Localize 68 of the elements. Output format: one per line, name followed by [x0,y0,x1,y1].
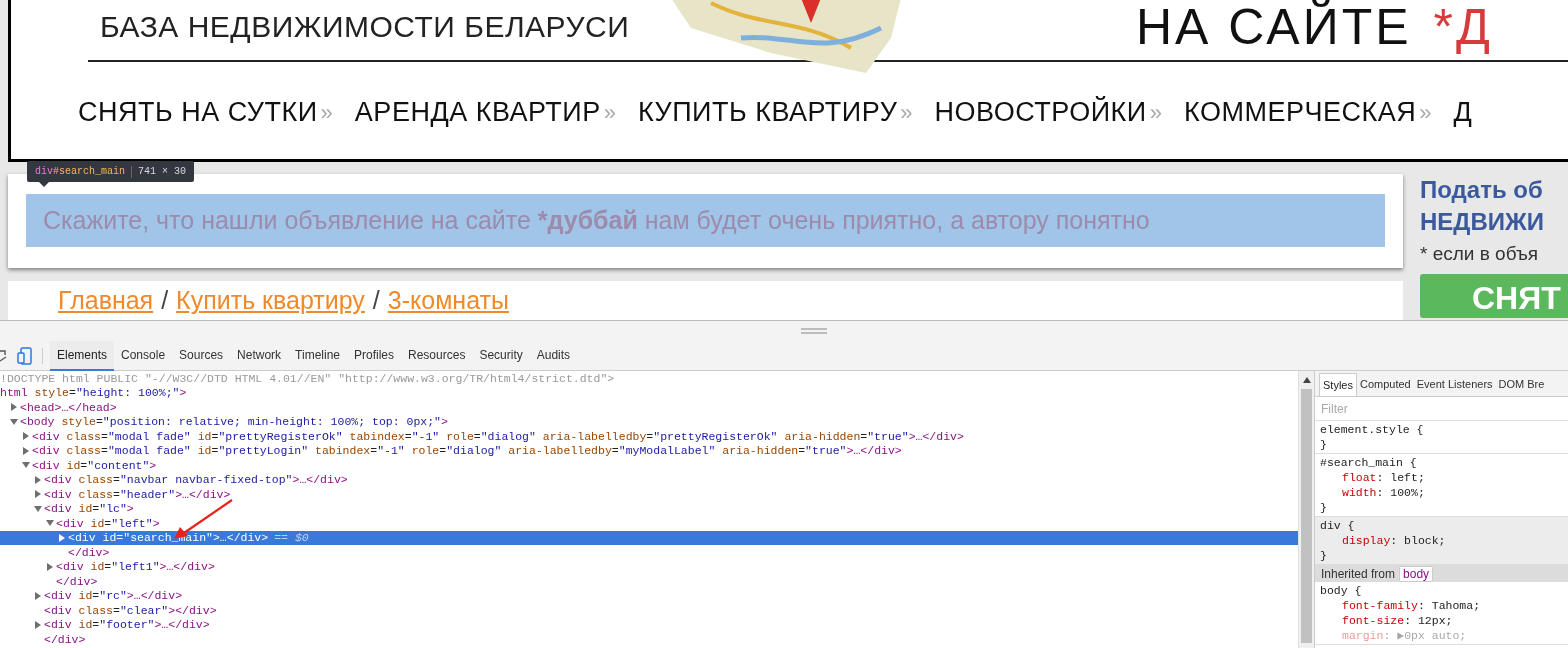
devtools-tab[interactable]: Audits [529,340,578,371]
nav-separator: » [1419,98,1432,127]
css-property[interactable]: width: 100%; [1320,485,1563,500]
collapsed-triangle-icon[interactable] [34,475,42,484]
nav-link[interactable]: АРЕНДА КВАРТИР [354,92,601,133]
sidebar-note: * если в объя [1420,242,1540,266]
collapsed-triangle-icon[interactable] [10,403,18,412]
sidebar-tab[interactable]: Computed [1356,373,1414,396]
sidebar-tab[interactable]: Event Listeners [1413,373,1496,396]
devtools-tab[interactable]: Resources [401,340,473,371]
closing-brace: } [1320,500,1328,515]
collapsed-triangle-icon[interactable] [34,620,42,629]
nav-link[interactable]: СНЯТЬ НА СУТКИ [78,92,318,133]
nav-link[interactable]: КУПИТЬ КВАРТИРУ [638,92,898,133]
sidebar-heading: Подать об [1420,175,1544,205]
resize-handle-icon[interactable] [801,328,827,334]
breadcrumb-separator: / [161,285,169,315]
nav-link[interactable]: КОММЕРЧЕСКАЯ [1184,92,1417,133]
nav-separator: » [1149,98,1162,127]
collapsed-triangle-icon[interactable] [46,562,54,571]
inspect-tooltip: div#search_main 741 × 30 [27,161,195,182]
css-property[interactable]: display: block; [1320,533,1563,548]
sidebar-heading: НЕДВИЖИ [1420,207,1545,237]
nav-separator: » [900,98,913,127]
devtools-tab[interactable]: Timeline [288,340,347,371]
scrollbar-thumb[interactable] [1301,389,1312,643]
css-selector: body { [1320,583,1363,598]
css-property[interactable]: font-family: Tahoma; [1320,598,1563,613]
nav-link[interactable]: Д [1453,92,1473,133]
expanded-triangle-icon[interactable] [46,519,54,528]
banner-text: Скажите, что нашли объявление на сайте *дуббай нам будет очень приятно, а автору понятно [43,204,1150,236]
closing-brace: } [1320,548,1328,563]
closing-brace: } [1320,437,1328,452]
devtools-tab[interactable]: Elements [50,340,115,371]
inherited-label: Inherited from [1321,566,1396,581]
collapsed-triangle-icon[interactable] [58,533,66,542]
css-property[interactable]: float: left; [1320,470,1563,485]
collapsed-triangle-icon[interactable] [22,432,30,441]
nav-separator: » [603,98,616,127]
inherited-source-link[interactable]: body [1399,565,1434,582]
scroll-up-icon[interactable] [1302,377,1311,383]
collapsed-triangle-icon[interactable] [34,490,42,499]
collapsed-triangle-icon[interactable] [34,591,42,600]
devtools-tab[interactable]: Profiles [347,340,402,371]
doctype-line: !DOCTYPE html PUBLIC "-//W3C//DTD HTML 4.01//EN" "http://www.w3.org/TR/html4/strict.dtd"> [0,371,615,387]
inspect-icon[interactable] [0,348,7,363]
tooltip-pointer-icon [39,182,49,187]
css-selector: div { [1320,518,1356,533]
site-name-fragment: *Д [1433,0,1493,57]
device-mode-icon[interactable] [17,346,33,365]
sidebar-tab[interactable]: Styles [1319,373,1357,396]
expanded-triangle-icon[interactable] [34,504,42,513]
breadcrumb-separator: / [372,285,380,315]
devtools-tab[interactable]: Console [114,340,173,371]
sidebar-tab[interactable]: DOM Bre [1495,373,1548,396]
css-selector: element.style { [1320,422,1425,437]
nav-separator: » [320,98,333,127]
expanded-triangle-icon[interactable] [22,461,30,470]
css-selector: #search_main { [1320,455,1418,470]
devtools-tab[interactable]: Network [230,340,289,371]
expanded-triangle-icon[interactable] [10,417,18,426]
nav-link[interactable]: НОВОСТРОЙКИ [934,92,1147,133]
devtools-tab[interactable]: Security [472,340,530,371]
css-property[interactable]: font-size: 12px; [1320,613,1563,628]
selection-reference: == $0 [274,530,309,547]
site-tagline: БАЗА НЕДВИЖИМОСТИ БЕЛАРУСИ [100,10,631,44]
collapsed-triangle-icon[interactable] [22,446,30,455]
devtools-tab[interactable]: Sources [172,340,231,371]
